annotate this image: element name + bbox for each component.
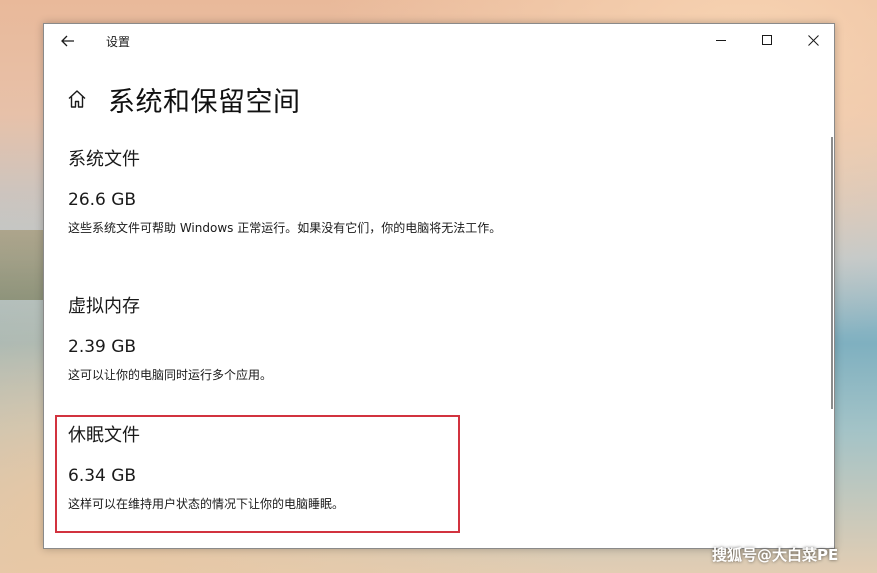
minimize-button[interactable]	[698, 24, 744, 56]
section-description: 这些系统文件可帮助 Windows 正常运行。如果没有它们，你的电脑将无法工作。	[68, 221, 502, 235]
section-title: 虚拟内存	[68, 296, 140, 317]
section-size: 26.6 GB	[68, 190, 137, 210]
section-description: 这样可以在维持用户状态的情况下让你的电脑睡眠。	[68, 497, 345, 511]
back-button[interactable]	[54, 30, 82, 52]
scrollbar[interactable]	[831, 137, 833, 409]
page-title: 系统和保留空间	[108, 86, 301, 118]
virtual-memory-section: 虚拟内存 2.39 GB 这可以让你的电脑同时运行多个应用。	[68, 296, 528, 384]
home-button[interactable]	[66, 88, 88, 110]
home-icon	[68, 90, 86, 108]
system-files-section: 系统文件 26.6 GB 这些系统文件可帮助 Windows 正常运行。如果没有…	[68, 149, 528, 237]
minimize-icon	[715, 39, 726, 41]
back-arrow-icon	[61, 35, 74, 47]
close-icon	[807, 34, 819, 46]
maximize-button[interactable]	[744, 24, 790, 56]
maximize-icon	[761, 34, 772, 45]
section-size: 2.39 GB	[68, 337, 137, 357]
title-bar: 设置	[44, 24, 834, 57]
section-title: 休眠文件	[68, 425, 140, 446]
section-title: 系统文件	[68, 149, 140, 170]
background-foliage	[0, 230, 44, 300]
watermark: 搜狐号@大白菜PE	[712, 546, 839, 564]
section-size: 6.34 GB	[68, 466, 137, 486]
settings-window: 设置 系统和保留空间 系统文件 26.6 GB 这些系统文件可帮助 Window…	[43, 23, 835, 549]
hibernation-file-section: 休眠文件 6.34 GB 这样可以在维持用户状态的情况下让你的电脑睡眠。	[68, 425, 528, 513]
page-header: 系统和保留空间	[66, 79, 301, 119]
window-title: 设置	[106, 35, 131, 49]
desktop-background: 设置 系统和保留空间 系统文件 26.6 GB 这些系统文件可帮助 Window…	[0, 0, 877, 573]
close-button[interactable]	[790, 24, 836, 56]
section-description: 这可以让你的电脑同时运行多个应用。	[68, 368, 273, 382]
